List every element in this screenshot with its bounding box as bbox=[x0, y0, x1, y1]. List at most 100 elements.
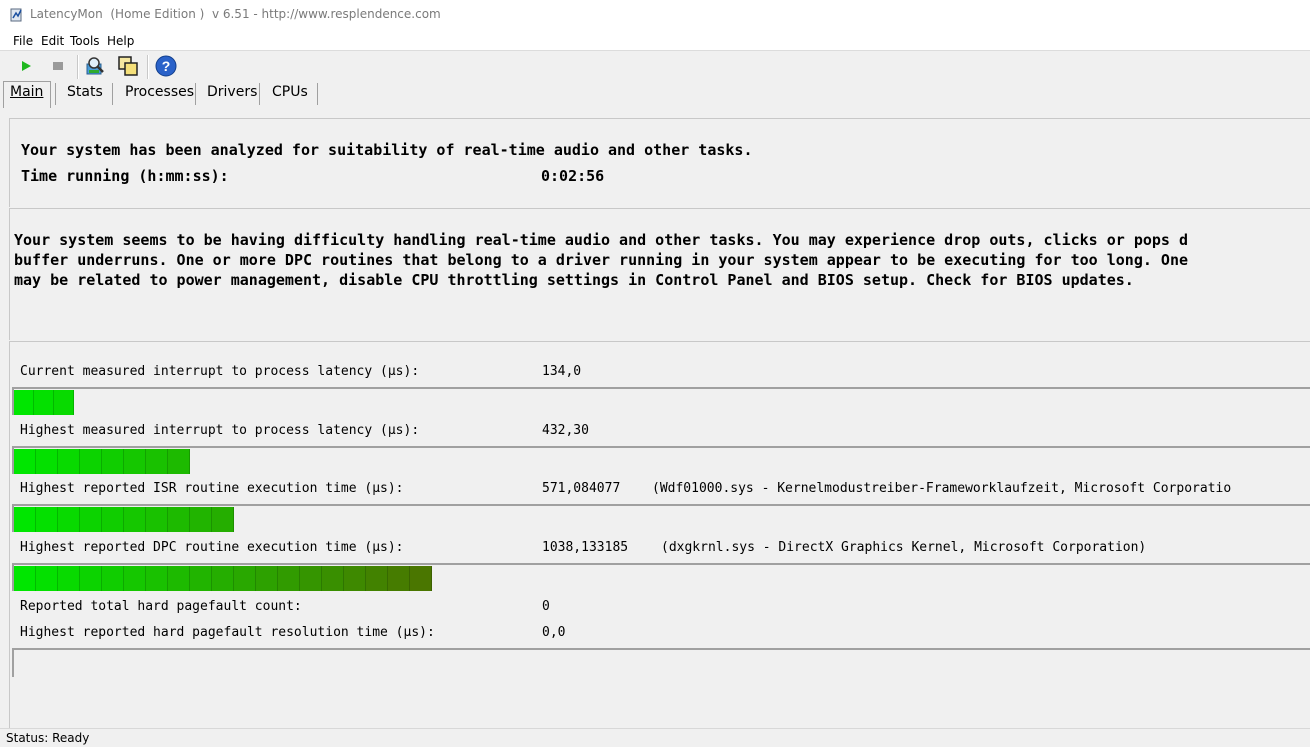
metric-label: Current measured interrupt to process la… bbox=[20, 364, 420, 379]
windows-button[interactable] bbox=[117, 55, 139, 77]
latency-bar bbox=[12, 446, 1310, 474]
bar-segment bbox=[168, 507, 190, 532]
bar-segment bbox=[124, 507, 146, 532]
tab-divider bbox=[55, 83, 56, 105]
bar-segment bbox=[36, 566, 58, 591]
search-drivers-button[interactable] bbox=[84, 55, 106, 77]
help-icon: ? bbox=[155, 55, 177, 77]
bar-segment bbox=[256, 566, 278, 591]
title-bar: LatencyMon (Home Edition ) v 6.51 - http… bbox=[0, 0, 1310, 31]
bar-segment bbox=[322, 566, 344, 591]
bar-segment bbox=[80, 449, 102, 474]
metric-label: Reported total hard pagefault count: bbox=[20, 599, 302, 614]
bar-segment bbox=[124, 566, 146, 591]
bar-segment bbox=[190, 566, 212, 591]
time-running-value: 0:02:56 bbox=[541, 167, 605, 185]
play-icon bbox=[22, 61, 31, 71]
tab-stats[interactable]: Stats bbox=[64, 84, 106, 100]
bar-segment bbox=[14, 449, 36, 474]
metric-value: 0 bbox=[542, 599, 550, 614]
bar-segment bbox=[58, 507, 80, 532]
latency-bar-fill bbox=[14, 449, 190, 474]
play-button[interactable] bbox=[15, 55, 37, 77]
bar-segment bbox=[124, 449, 146, 474]
metric-value: 432,30 bbox=[542, 423, 589, 438]
metric-value: 134,0 bbox=[542, 364, 582, 379]
bar-segment bbox=[58, 449, 80, 474]
latency-bar bbox=[12, 648, 1310, 677]
bar-segment bbox=[388, 566, 410, 591]
conclusion-line: Your system seems to be having difficult… bbox=[14, 231, 1188, 249]
bar-segment bbox=[190, 507, 212, 532]
bar-segment bbox=[146, 566, 168, 591]
conclusion-line: buffer underruns. One or more DPC routin… bbox=[14, 251, 1188, 269]
summary-panel: Your system has been analyzed for suitab… bbox=[9, 118, 1310, 207]
tab-divider bbox=[317, 83, 318, 105]
bar-segment bbox=[168, 566, 190, 591]
metric-detail: (dxgkrnl.sys - DirectX Graphics Kernel, … bbox=[661, 540, 1147, 555]
metric-detail: (Wdf01000.sys - Kernelmodustreiber-Frame… bbox=[652, 481, 1232, 496]
bar-segment bbox=[80, 507, 102, 532]
tab-divider bbox=[259, 83, 260, 105]
bar-segment bbox=[14, 390, 34, 415]
menu-separator bbox=[0, 50, 1310, 51]
menu-edit[interactable]: Edit bbox=[41, 34, 64, 48]
tab-drivers[interactable]: Drivers bbox=[204, 84, 260, 100]
windows-icon bbox=[118, 56, 138, 76]
menu-help[interactable]: Help bbox=[107, 34, 134, 48]
tab-cpus[interactable]: CPUs bbox=[269, 84, 311, 100]
latency-bar-fill bbox=[14, 566, 432, 591]
status-text: Status: Ready bbox=[6, 731, 90, 745]
status-bar: Status: Ready bbox=[0, 728, 1310, 747]
bar-segment bbox=[14, 507, 36, 532]
menu-tools[interactable]: Tools bbox=[70, 34, 100, 48]
latency-bar bbox=[12, 387, 1310, 415]
metric-label: Highest measured interrupt to process la… bbox=[20, 423, 420, 438]
bar-segment bbox=[80, 566, 102, 591]
bar-segment bbox=[278, 566, 300, 591]
bar-segment bbox=[36, 507, 58, 532]
bar-segment bbox=[102, 566, 124, 591]
bar-segment bbox=[366, 566, 388, 591]
bar-segment bbox=[36, 449, 58, 474]
bar-segment bbox=[58, 566, 80, 591]
bar-segment bbox=[14, 566, 36, 591]
menu-bar: File Edit Tools Help bbox=[0, 31, 1310, 50]
bar-segment bbox=[146, 449, 168, 474]
bar-segment bbox=[212, 566, 234, 591]
latency-bar bbox=[12, 563, 1310, 591]
tab-main[interactable]: Main bbox=[7, 84, 46, 100]
stop-button[interactable] bbox=[47, 55, 69, 77]
time-running-label: Time running (h:mm:ss): bbox=[21, 167, 229, 185]
bar-segment bbox=[146, 507, 168, 532]
bar-segment bbox=[344, 566, 366, 591]
bar-segment bbox=[300, 566, 322, 591]
metric-label: Highest reported hard pagefault resoluti… bbox=[20, 625, 435, 640]
latency-bar bbox=[12, 504, 1310, 532]
bar-segment bbox=[102, 507, 124, 532]
metric-value: 571,084077 bbox=[542, 481, 621, 496]
latency-bar-fill bbox=[14, 390, 74, 415]
bar-segment bbox=[54, 390, 74, 415]
bar-segment bbox=[102, 449, 124, 474]
svg-text:?: ? bbox=[162, 58, 171, 74]
search-drivers-icon bbox=[86, 57, 104, 75]
menu-file[interactable]: File bbox=[13, 34, 33, 48]
bar-segment bbox=[212, 507, 234, 532]
toolbar-divider bbox=[147, 55, 149, 79]
metric-label: Highest reported ISR routine execution t… bbox=[20, 481, 404, 496]
latency-bar-fill bbox=[14, 507, 234, 532]
toolbar-divider bbox=[77, 55, 79, 79]
metric-value: 1038,133185 bbox=[542, 540, 629, 555]
bar-segment bbox=[410, 566, 432, 591]
tab-processes[interactable]: Processes bbox=[122, 84, 197, 100]
stop-icon bbox=[53, 62, 63, 70]
bar-segment bbox=[168, 449, 190, 474]
bar-segment bbox=[234, 566, 256, 591]
help-button[interactable]: ? bbox=[155, 55, 177, 77]
conclusion-panel: Your system seems to be having difficult… bbox=[9, 208, 1310, 340]
tab-divider bbox=[195, 83, 196, 105]
metric-label: Highest reported DPC routine execution t… bbox=[20, 540, 404, 555]
bar-segment bbox=[34, 390, 54, 415]
app-icon bbox=[10, 8, 22, 22]
